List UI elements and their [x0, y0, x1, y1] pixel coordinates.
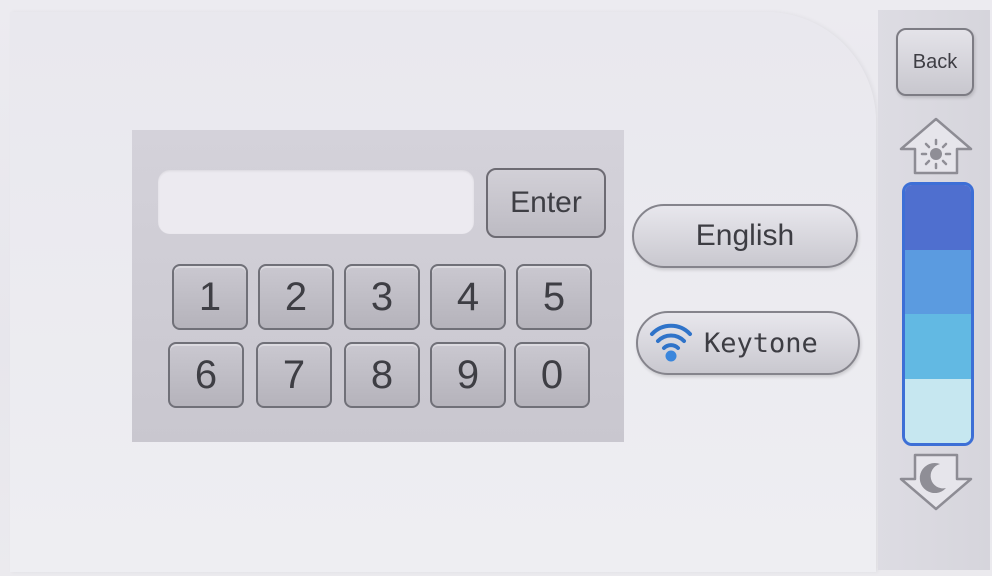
key-0[interactable]: 0	[514, 342, 590, 408]
key-8[interactable]: 8	[344, 342, 420, 408]
keypad-panel: Enter 1 2 3 4 5 6 7 8 9 0	[132, 130, 624, 442]
back-button[interactable]: Back	[896, 28, 974, 96]
language-label: English	[695, 219, 795, 252]
key-9[interactable]: 9	[430, 342, 506, 408]
screen: Enter 1 2 3 4 5 6 7 8 9 0 English Keyton…	[0, 0, 992, 576]
back-label: Back	[912, 50, 958, 73]
brightness-segment-4	[905, 378, 971, 443]
enter-button[interactable]: Enter	[486, 168, 606, 238]
brightness-level-bar[interactable]	[902, 182, 974, 446]
moon-arrow-down-icon	[899, 453, 973, 511]
key-7[interactable]: 7	[256, 342, 332, 408]
key-4[interactable]: 4	[430, 264, 506, 330]
code-input[interactable]	[158, 170, 474, 234]
brightness-up-button[interactable]	[898, 116, 974, 176]
key-3[interactable]: 3	[344, 264, 420, 330]
brightness-segment-2	[905, 249, 971, 314]
brightness-segment-3	[905, 314, 971, 379]
key-6[interactable]: 6	[168, 342, 244, 408]
key-2[interactable]: 2	[258, 264, 334, 330]
language-button[interactable]: English	[632, 204, 858, 268]
brightness-segment-1	[905, 185, 971, 250]
key-1[interactable]: 1	[172, 264, 248, 330]
keytone-button[interactable]: Keytone	[636, 311, 860, 375]
key-5[interactable]: 5	[516, 264, 592, 330]
sun-arrow-up-icon	[899, 117, 973, 175]
wifi-signal-icon	[648, 317, 694, 370]
keytone-label: Keytone	[704, 327, 818, 359]
brightness-down-button[interactable]	[898, 452, 974, 512]
